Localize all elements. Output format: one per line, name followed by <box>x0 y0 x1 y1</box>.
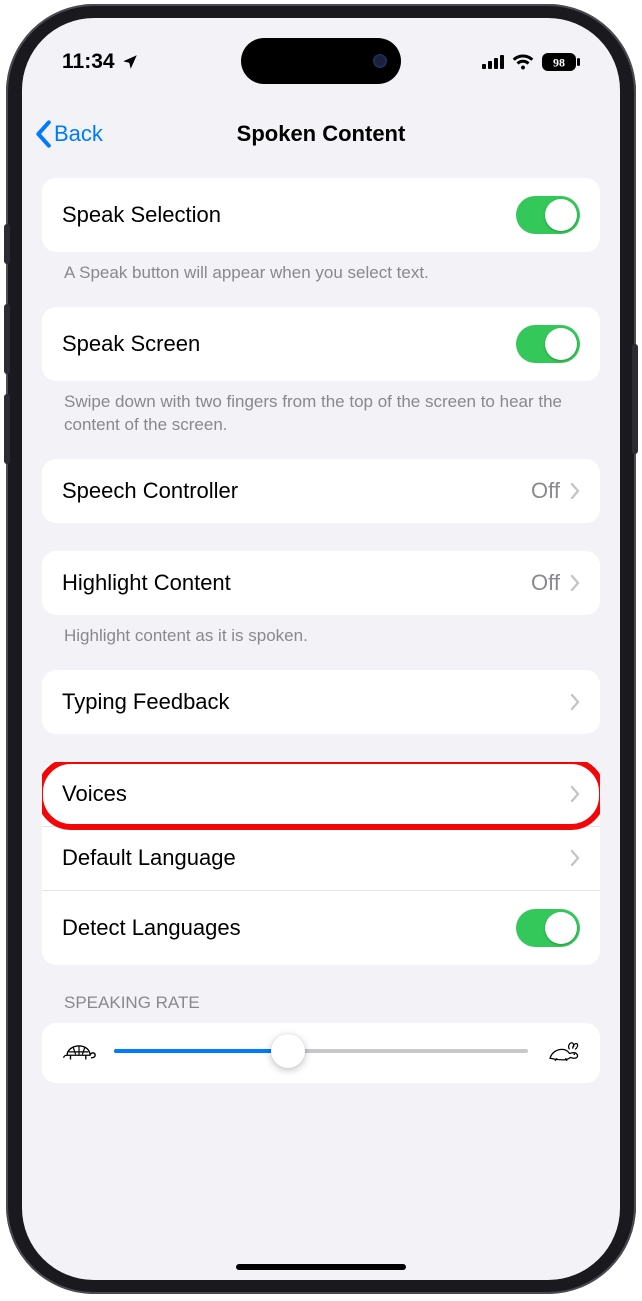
row-label: Speak Screen <box>62 331 200 357</box>
row-detect-languages[interactable]: Detect Languages <box>42 890 600 965</box>
hare-icon <box>546 1039 580 1063</box>
row-label: Speech Controller <box>62 478 238 504</box>
group-speak-selection: Speak Selection <box>42 178 600 252</box>
row-label: Detect Languages <box>62 915 241 941</box>
status-time: 11:34 <box>62 50 115 74</box>
content-area: Speak Selection A Speak button will appe… <box>22 178 620 1280</box>
row-label: Default Language <box>62 845 236 871</box>
cellular-icon <box>482 55 504 69</box>
row-highlight-content[interactable]: Highlight Content Off <box>42 551 600 615</box>
row-voices[interactable]: Voices <box>42 762 600 826</box>
group-typing-feedback: Typing Feedback <box>42 670 600 734</box>
row-speech-controller[interactable]: Speech Controller Off <box>42 459 600 523</box>
page-title: Spoken Content <box>237 121 406 147</box>
battery-icon: 98 <box>542 53 580 71</box>
chevron-right-icon <box>570 785 580 803</box>
chevron-right-icon <box>570 849 580 867</box>
toggle-detect-languages[interactable] <box>516 909 580 947</box>
silent-switch <box>4 224 10 264</box>
home-indicator[interactable] <box>236 1264 406 1270</box>
row-label: Speak Selection <box>62 202 221 228</box>
speaking-rate-slider[interactable] <box>114 1049 528 1053</box>
slider-fill <box>114 1049 288 1053</box>
power-button <box>632 344 638 454</box>
volume-down-button <box>4 394 10 464</box>
back-label: Back <box>54 121 103 147</box>
tortoise-icon <box>62 1039 96 1063</box>
group-speak-screen: Speak Screen <box>42 307 600 381</box>
row-typing-feedback[interactable]: Typing Feedback <box>42 670 600 734</box>
toggle-speak-selection[interactable] <box>516 196 580 234</box>
footer-highlight-content: Highlight content as it is spoken. <box>42 615 600 670</box>
section-header-speaking-rate: SPEAKING RATE <box>42 965 600 1023</box>
group-voices: Voices Default Language Detect Languages <box>42 762 600 965</box>
footer-speak-screen: Swipe down with two fingers from the top… <box>42 381 600 459</box>
row-label: Highlight Content <box>62 570 231 596</box>
status-bar: 11:34 <box>22 44 620 80</box>
slider-knob[interactable] <box>271 1034 305 1068</box>
device-frame: 11:34 <box>6 4 636 1294</box>
wifi-icon <box>512 54 534 70</box>
row-value: Off <box>531 478 560 504</box>
volume-up-button <box>4 304 10 374</box>
chevron-right-icon <box>570 693 580 711</box>
location-icon <box>121 53 139 71</box>
footer-speak-selection: A Speak button will appear when you sele… <box>42 252 600 307</box>
screen: 11:34 <box>22 18 620 1280</box>
row-value: Off <box>531 570 560 596</box>
row-speak-selection[interactable]: Speak Selection <box>42 178 600 252</box>
chevron-right-icon <box>570 482 580 500</box>
row-label: Typing Feedback <box>62 689 230 715</box>
row-speaking-rate[interactable] <box>42 1023 600 1083</box>
row-speak-screen[interactable]: Speak Screen <box>42 307 600 381</box>
row-default-language[interactable]: Default Language <box>42 826 600 890</box>
group-speech-controller: Speech Controller Off <box>42 459 600 523</box>
group-highlight-content: Highlight Content Off <box>42 551 600 615</box>
row-label: Voices <box>62 781 127 807</box>
back-button[interactable]: Back <box>34 120 103 148</box>
nav-bar: Back Spoken Content <box>22 104 620 164</box>
chevron-right-icon <box>570 574 580 592</box>
toggle-speak-screen[interactable] <box>516 325 580 363</box>
group-speaking-rate <box>42 1023 600 1083</box>
battery-percent-text: 98 <box>553 56 565 70</box>
